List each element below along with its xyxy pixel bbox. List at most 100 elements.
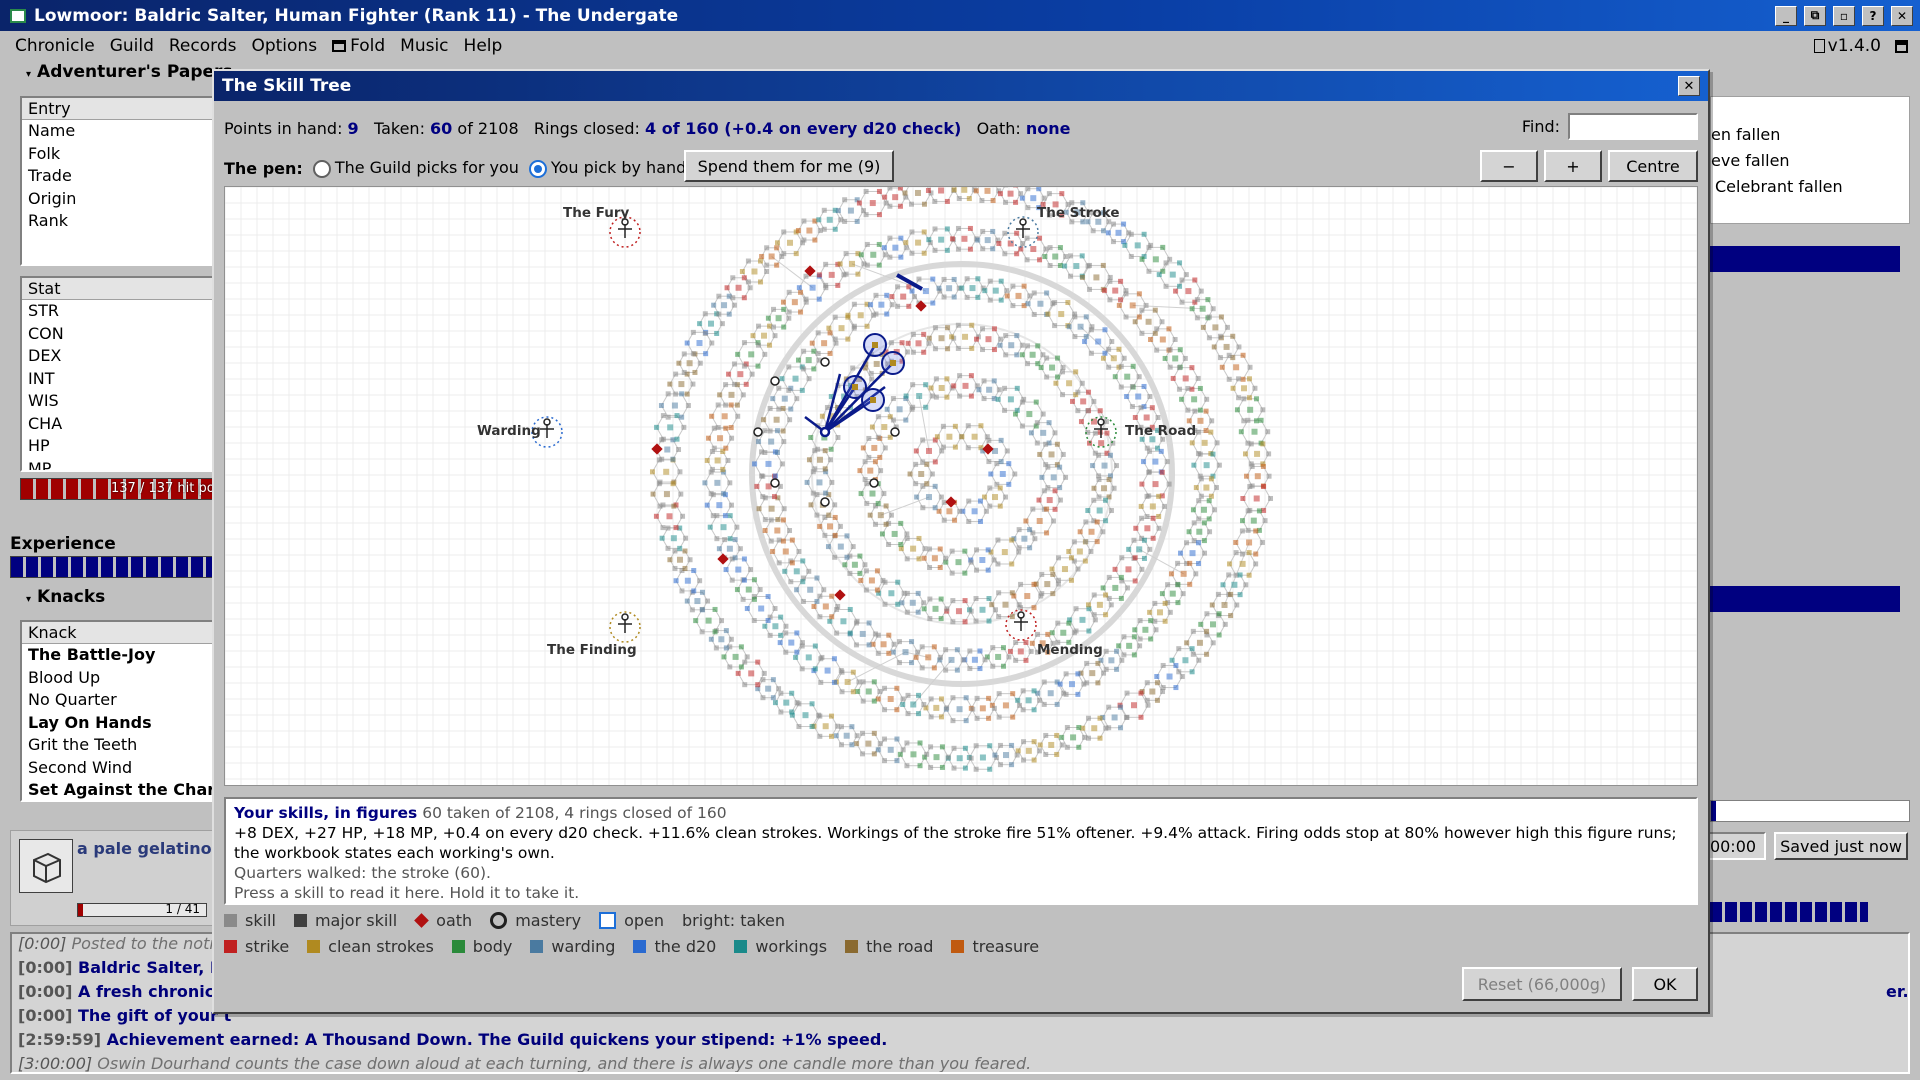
skill-node[interactable] [690, 381, 696, 387]
skill-node[interactable] [1175, 600, 1181, 606]
skill-node[interactable] [815, 330, 821, 336]
skill-node[interactable] [1002, 251, 1008, 257]
skill-node[interactable] [921, 229, 927, 235]
spend-button[interactable]: Spend them for me (9) [684, 150, 894, 182]
skill-node[interactable] [996, 590, 1002, 596]
skill-node[interactable] [926, 340, 932, 346]
skill-node[interactable] [741, 295, 747, 301]
skill-node[interactable] [1021, 283, 1027, 289]
skill-node[interactable] [778, 690, 784, 696]
skill-node[interactable] [680, 513, 686, 519]
skill-node[interactable] [716, 502, 723, 509]
skill-node[interactable] [1162, 618, 1168, 624]
skill-node[interactable] [991, 557, 997, 563]
skill-node[interactable] [737, 371, 744, 378]
skill-node[interactable] [1050, 518, 1056, 524]
skill-node[interactable] [806, 457, 812, 463]
skill-node[interactable] [1100, 262, 1106, 268]
skill-node[interactable] [1177, 260, 1183, 266]
skill-node[interactable] [1075, 671, 1081, 677]
skill-node[interactable] [895, 601, 901, 607]
skill-node[interactable] [860, 698, 866, 704]
skill-node[interactable] [1113, 463, 1119, 469]
skill-node[interactable] [869, 376, 875, 382]
skill-node[interactable] [865, 688, 872, 695]
skill-node[interactable] [1204, 651, 1210, 657]
skill-node[interactable] [965, 445, 971, 451]
skill-node[interactable] [654, 424, 660, 430]
skill-node[interactable] [997, 762, 1003, 768]
skill-node[interactable] [1013, 411, 1019, 417]
skill-node[interactable] [740, 596, 746, 602]
menu-chronicle[interactable]: Chronicle [0, 36, 103, 56]
skill-node[interactable] [991, 378, 997, 384]
skill-node[interactable] [1189, 646, 1195, 652]
skill-node[interactable] [970, 706, 976, 712]
skill-node[interactable] [817, 593, 823, 599]
list-item[interactable]: Blood Up [22, 667, 214, 690]
skill-node[interactable] [887, 187, 893, 191]
skill-node[interactable] [672, 548, 678, 554]
skill-node[interactable] [704, 457, 710, 463]
skill-node[interactable] [979, 754, 986, 761]
skill-node[interactable] [1156, 493, 1162, 499]
skill-node[interactable] [739, 268, 745, 274]
skill-node[interactable] [758, 605, 765, 612]
skill-node[interactable] [1131, 702, 1138, 709]
skill-node[interactable] [1009, 537, 1015, 543]
skill-node[interactable] [950, 598, 956, 604]
skill-node[interactable] [1018, 581, 1024, 587]
skill-node[interactable] [1000, 645, 1006, 651]
skill-node[interactable] [755, 363, 761, 369]
skill-node[interactable] [1028, 648, 1034, 654]
skill-node[interactable] [980, 326, 986, 332]
skill-node[interactable] [673, 578, 679, 584]
skill-node[interactable] [1152, 481, 1159, 488]
skill-node[interactable] [1054, 701, 1060, 707]
skill-node[interactable] [900, 696, 906, 702]
skill-node[interactable] [1009, 762, 1015, 768]
skill-node[interactable] [1211, 507, 1217, 513]
skill-node[interactable] [1044, 374, 1050, 380]
skill-node[interactable] [822, 532, 828, 538]
skill-node[interactable] [759, 253, 765, 259]
skill-node[interactable] [952, 444, 958, 450]
skill-node[interactable] [723, 382, 729, 388]
skill-node[interactable] [1210, 621, 1217, 628]
skill-node[interactable] [799, 666, 805, 672]
skill-node[interactable] [1116, 302, 1122, 308]
skill-node[interactable] [786, 387, 792, 393]
skill-node[interactable] [677, 545, 683, 551]
skill-node[interactable] [878, 301, 885, 308]
skill-node[interactable] [1021, 757, 1027, 763]
skill-node[interactable] [670, 535, 677, 542]
skill-node[interactable] [1124, 373, 1131, 380]
stat-header[interactable]: Stat [22, 278, 214, 300]
skill-node[interactable] [877, 741, 883, 747]
skill-node[interactable] [1129, 302, 1136, 309]
skill-node[interactable] [816, 712, 822, 718]
skill-node[interactable] [914, 494, 920, 500]
skill-node[interactable] [732, 537, 738, 543]
skill-node[interactable] [714, 457, 721, 464]
skill-node[interactable] [1046, 191, 1052, 197]
skill-node[interactable] [1106, 346, 1112, 352]
skill-node[interactable] [832, 226, 838, 232]
skill-node[interactable] [730, 275, 736, 281]
skill-node[interactable] [796, 548, 802, 554]
skill-node[interactable] [779, 461, 785, 467]
mastery-node[interactable] [820, 357, 830, 367]
skill-node[interactable] [1090, 228, 1096, 234]
skill-node[interactable] [974, 336, 980, 342]
skill-node[interactable] [1239, 560, 1246, 567]
skill-node[interactable] [1179, 674, 1185, 680]
skill-node[interactable] [720, 524, 727, 531]
skill-node[interactable] [1131, 634, 1137, 640]
skill-node[interactable] [1059, 742, 1065, 748]
skill-node[interactable] [938, 187, 945, 194]
skill-node[interactable] [1254, 396, 1260, 402]
skill-node[interactable] [962, 333, 969, 340]
skill-node[interactable] [1114, 648, 1120, 654]
skill-node[interactable] [1173, 662, 1179, 668]
skill-node[interactable] [916, 535, 922, 541]
